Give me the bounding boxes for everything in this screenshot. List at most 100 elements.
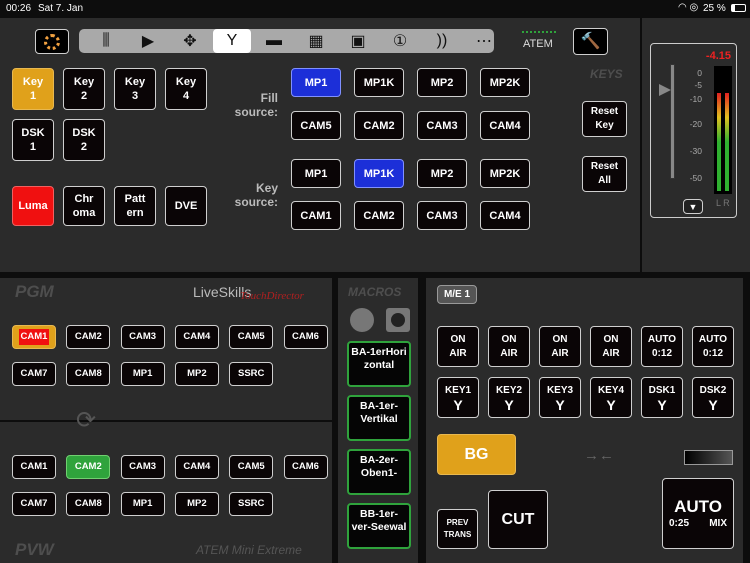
bg-button[interactable]: BG xyxy=(437,434,516,475)
more-icon[interactable]: ⋯ xyxy=(465,29,503,53)
auto-button[interactable]: AUTO 0:25 MIX xyxy=(662,478,734,549)
key-type-button[interactable]: Luma xyxy=(12,186,54,226)
keyer-icon: Y xyxy=(453,396,463,413)
key-button[interactable]: Key 1 xyxy=(12,68,54,110)
key-tie-button[interactable]: KEY4 Y xyxy=(590,377,632,418)
key-label: DSK1 xyxy=(648,384,676,396)
key-tie-button[interactable]: KEY3 Y xyxy=(539,377,581,418)
pip-icon[interactable]: ▣ xyxy=(339,29,377,53)
key-type-button[interactable]: DVE xyxy=(165,186,207,226)
swap-icon[interactable]: ⟳ xyxy=(76,406,96,435)
source-button[interactable]: MP1 xyxy=(291,159,341,188)
pgm-source-button[interactable]: CAM7 xyxy=(12,362,56,386)
fader-track[interactable] xyxy=(670,64,675,179)
status-time: 00:26 xyxy=(6,3,32,14)
pvw-source-button[interactable]: CAM8 xyxy=(66,492,111,516)
pvw-source-button[interactable]: CAM5 xyxy=(229,455,274,479)
dsk-button[interactable]: DSK 2 xyxy=(63,119,105,161)
pgm-source-button[interactable]: SSRC xyxy=(229,362,274,386)
pgm-source-button[interactable]: MP1 xyxy=(120,362,165,386)
source-button[interactable]: MP2 xyxy=(417,68,467,97)
monitor-icon[interactable]: ▬ xyxy=(255,29,293,53)
pgm-source-button[interactable]: MP2 xyxy=(174,362,219,386)
fader-handle[interactable] xyxy=(659,84,671,96)
source-button[interactable]: CAM5 xyxy=(291,111,341,140)
macro-button[interactable]: BA-1er- Vertikal xyxy=(347,395,411,441)
macro-button[interactable]: BA-2er- Oben1- xyxy=(347,449,411,495)
me-selector[interactable]: M/E 1 xyxy=(437,285,477,304)
source-button[interactable]: MP1K xyxy=(354,159,404,188)
key-button[interactable]: Key 3 xyxy=(114,68,156,110)
tbar-preview[interactable] xyxy=(684,450,733,465)
cut-button[interactable]: CUT xyxy=(488,490,548,549)
pvw-source-button[interactable]: MP2 xyxy=(174,492,219,516)
macro-button[interactable]: BB-1er- ver-Seewal xyxy=(347,503,411,549)
source-button[interactable]: MP1K xyxy=(354,68,404,97)
key-button[interactable]: Key 4 xyxy=(165,68,207,110)
multiview-icon[interactable]: ▦ xyxy=(297,29,335,53)
pvw-source-button[interactable]: CAM4 xyxy=(174,455,219,479)
source-button[interactable]: CAM4 xyxy=(480,201,530,230)
move-icon[interactable]: ✥ xyxy=(171,29,209,53)
tools-button[interactable]: 🔨 xyxy=(573,28,608,55)
on-air-button[interactable]: ON AIR xyxy=(488,326,530,367)
pgm-source-button[interactable]: CAM6 xyxy=(283,325,328,349)
source-button[interactable]: MP2K xyxy=(480,68,530,97)
record-macro-button[interactable] xyxy=(350,308,374,332)
key-tie-button[interactable]: KEY1 Y xyxy=(437,377,479,418)
source-button[interactable]: MP1 xyxy=(291,68,341,97)
key-type-button[interactable]: Patt ern xyxy=(114,186,156,226)
hammer-icon: 🔨 xyxy=(580,32,601,50)
pgm-source-button[interactable]: CAM3 xyxy=(120,325,165,349)
audio-level: -4.15 xyxy=(705,50,731,62)
on-air-button[interactable]: ON AIR xyxy=(437,326,479,367)
pgm-source-button[interactable]: CAM1 xyxy=(12,325,56,349)
dsk-button[interactable]: DSK 1 xyxy=(12,119,54,161)
pvw-source-button[interactable]: CAM3 xyxy=(120,455,165,479)
play-icon[interactable]: ▶ xyxy=(129,29,167,53)
mixer-icon[interactable]: ⫼ xyxy=(87,29,125,53)
key-type-button[interactable]: Chr oma xyxy=(63,186,105,226)
pvw-source-button[interactable]: SSRC xyxy=(229,492,274,516)
source-button[interactable]: CAM3 xyxy=(417,201,467,230)
scale-tick: -5 xyxy=(694,80,702,90)
source-button[interactable]: MP2 xyxy=(417,159,467,188)
on-air-button[interactable]: ON AIR xyxy=(539,326,581,367)
pvw-source-button[interactable]: CAM6 xyxy=(283,455,328,479)
macro-button[interactable]: BA-1erHori zontal xyxy=(347,341,411,387)
reset-all-button[interactable]: Reset All xyxy=(582,156,627,192)
one-icon[interactable]: ① xyxy=(381,29,419,53)
pvw-source-button[interactable]: CAM2 xyxy=(66,455,111,479)
on-air-button[interactable]: ON AIR xyxy=(590,326,632,367)
pvw-source-button[interactable]: MP1 xyxy=(120,492,165,516)
stop-macro-button[interactable] xyxy=(386,308,410,332)
source-label: CAM2 xyxy=(74,331,102,342)
pgm-source-button[interactable]: CAM4 xyxy=(174,325,219,349)
keyer-icon: Y xyxy=(555,396,565,413)
pgm-source-button[interactable]: CAM8 xyxy=(66,362,111,386)
on-air-button[interactable]: AUTO 0:12 xyxy=(641,326,683,367)
key-tie-button[interactable]: DSK1 Y xyxy=(641,377,683,418)
connection-button[interactable] xyxy=(35,29,69,54)
reset-key-button[interactable]: Reset Key xyxy=(582,101,627,137)
audio-icon[interactable]: )) xyxy=(423,29,461,53)
pvw-source-button[interactable]: CAM1 xyxy=(12,455,56,479)
key-label: KEY4 xyxy=(597,384,625,396)
source-button[interactable]: CAM2 xyxy=(354,201,404,230)
on-air-button[interactable]: AUTO 0:12 xyxy=(692,326,734,367)
key-label: DSK2 xyxy=(699,384,727,396)
pvw-source-button[interactable]: CAM7 xyxy=(12,492,56,516)
key-tie-button[interactable]: DSK2 Y xyxy=(692,377,734,418)
prev-trans-button[interactable]: PREV TRANS xyxy=(437,509,478,549)
pgm-source-button[interactable]: CAM2 xyxy=(66,325,111,349)
pgm-source-button[interactable]: CAM5 xyxy=(229,325,274,349)
source-button[interactable]: CAM2 xyxy=(354,111,404,140)
keyer-icon[interactable]: Y xyxy=(213,29,251,53)
source-button[interactable]: CAM1 xyxy=(291,201,341,230)
source-button[interactable]: CAM4 xyxy=(480,111,530,140)
source-button[interactable]: MP2K xyxy=(480,159,530,188)
key-button[interactable]: Key 2 xyxy=(63,68,105,110)
source-button[interactable]: CAM3 xyxy=(417,111,467,140)
audio-dropdown-button[interactable]: ▼ xyxy=(683,199,703,214)
key-tie-button[interactable]: KEY2 Y xyxy=(488,377,530,418)
